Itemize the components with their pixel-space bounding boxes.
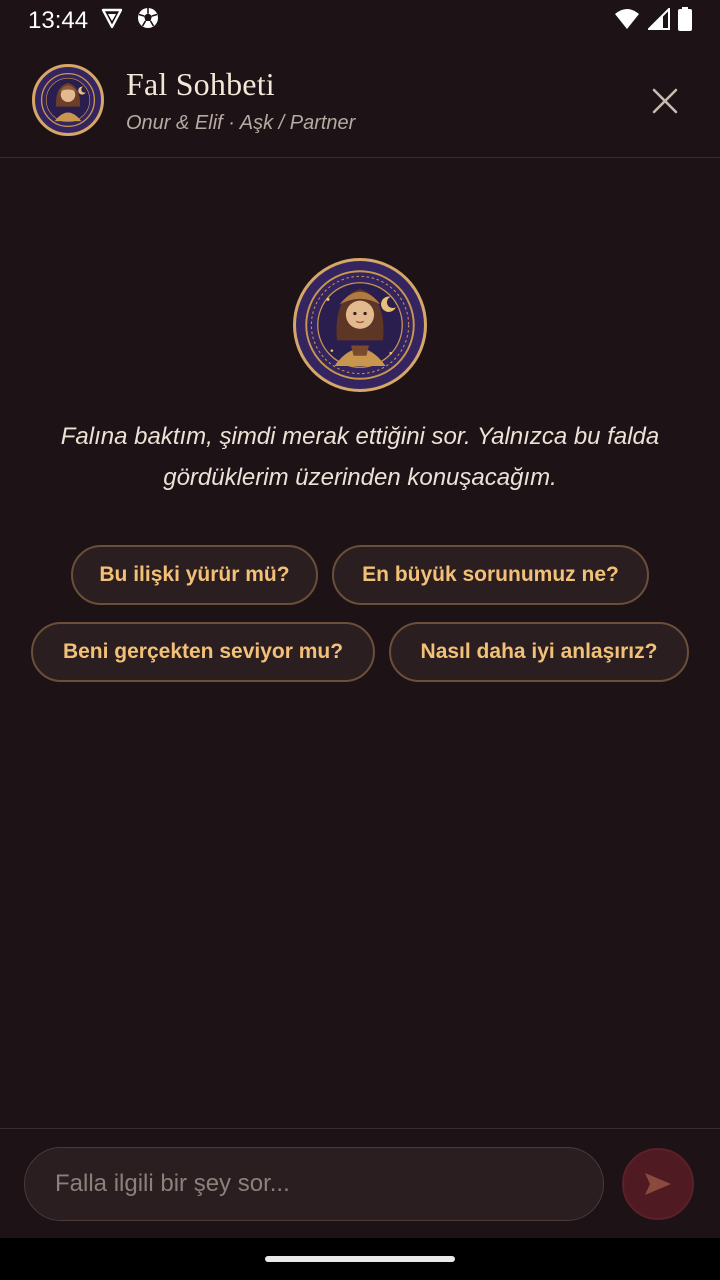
system-nav-bar bbox=[0, 1238, 720, 1280]
wifi-icon bbox=[614, 8, 640, 35]
message-composer bbox=[0, 1128, 720, 1238]
suggestion-chip[interactable]: En büyük sorunumuz ne? bbox=[332, 545, 649, 605]
soccer-ball-icon bbox=[136, 6, 160, 37]
suggestion-chip[interactable]: Beni gerçekten seviyor mu? bbox=[31, 622, 375, 682]
fortune-teller-avatar bbox=[32, 64, 104, 136]
status-left: 13:44 bbox=[28, 6, 160, 37]
message-input[interactable] bbox=[53, 1169, 577, 1199]
send-button[interactable] bbox=[622, 1148, 694, 1220]
chat-header: Fal Sohbeti Onur & Elif · Aşk / Partner bbox=[0, 42, 720, 158]
send-icon bbox=[645, 1173, 671, 1195]
chat-area[interactable]: Falına baktım, şimdi merak ettiğini sor.… bbox=[0, 158, 720, 1128]
message-input-container[interactable] bbox=[24, 1147, 604, 1221]
intro-message: Falına baktım, şimdi merak ettiğini sor.… bbox=[60, 423, 660, 491]
close-icon bbox=[652, 88, 678, 114]
signal-icon bbox=[646, 6, 670, 35]
close-button[interactable] bbox=[650, 86, 680, 116]
vpn-shield-icon bbox=[100, 6, 124, 37]
suggestion-chip[interactable]: Bu ilişki yürür mü? bbox=[71, 545, 318, 605]
status-time: 13:44 bbox=[28, 7, 89, 34]
suggestion-chip[interactable]: Nasıl daha iyi anlaşırız? bbox=[389, 622, 689, 682]
status-right bbox=[614, 6, 692, 36]
fortune-teller-avatar-large bbox=[293, 258, 427, 392]
battery-icon bbox=[678, 6, 692, 36]
home-gesture-bar[interactable] bbox=[265, 1256, 455, 1262]
status-bar: 13:44 bbox=[0, 0, 720, 42]
page-title: Fal Sohbeti bbox=[126, 66, 275, 102]
page-subtitle: Onur & Elif · Aşk / Partner bbox=[126, 112, 356, 134]
